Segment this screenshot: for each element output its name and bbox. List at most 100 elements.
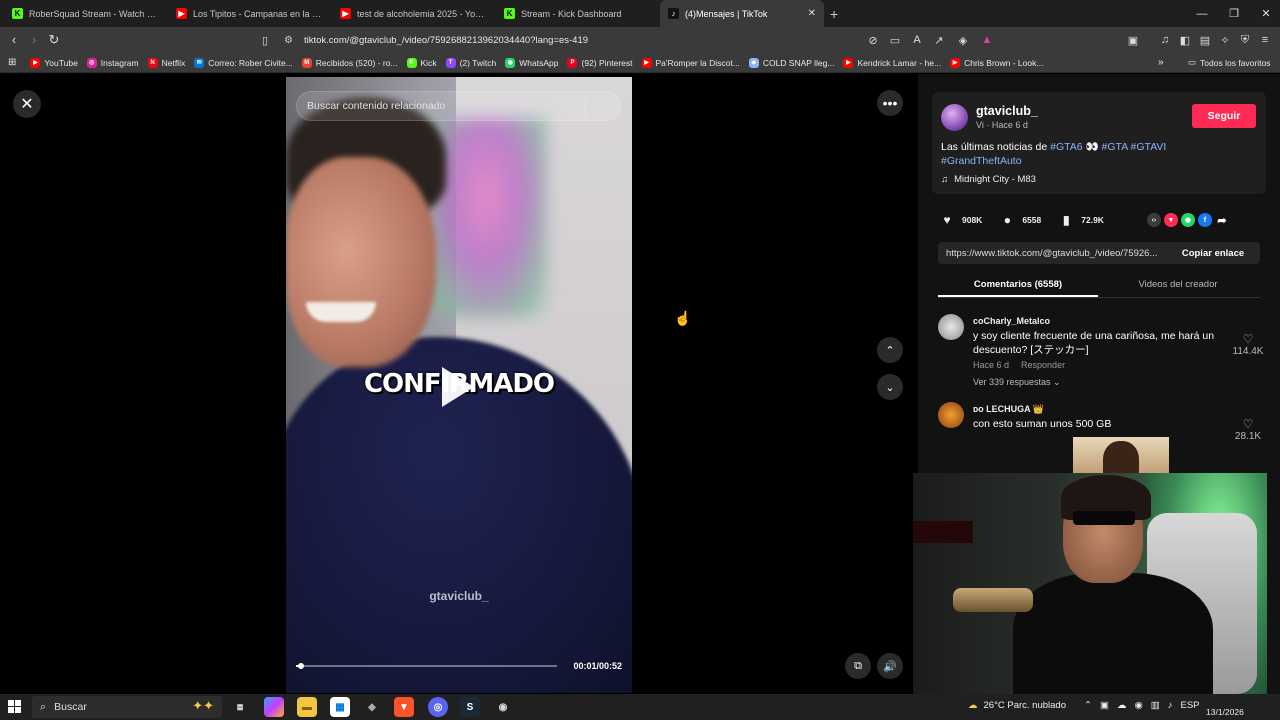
bookmark-item[interactable]: T (2) Twitch [445,57,496,68]
author-name[interactable]: gtaviclub_ [976,104,1038,118]
cloud-icon[interactable]: ☁ [1117,700,1127,711]
bookmark-item[interactable]: N Netflix [147,57,185,68]
gift-icon[interactable] [1130,213,1144,227]
bookmark-icon[interactable]: ▯ [258,33,272,47]
bookmark-item[interactable]: ◉ WhatsApp [505,57,558,68]
tray-chevron-icon[interactable]: ⌃ [1084,700,1092,711]
tab-comments[interactable]: Comentarios (6558) [938,274,1098,297]
tray-app-icon[interactable]: ◉ [1134,700,1142,711]
view-replies-button[interactable]: Ver 339 respuestas ⌄ [973,377,1061,388]
search-icon[interactable]: ⌕ [603,100,610,115]
new-tab-button[interactable]: + [830,6,838,22]
video-link[interactable]: https://www.tiktok.com/@gtaviclub_/video… [946,248,1157,259]
close-window-button[interactable]: ✕ [1250,0,1280,27]
all-bookmarks-button[interactable]: ▭ Todos los favoritos [1188,57,1270,68]
avatar[interactable] [938,402,964,428]
weather-widget[interactable]: ☁ 26°C Parc. nublado [968,700,1066,711]
next-video-button[interactable]: ⌄ [877,374,903,400]
windows-start-icon[interactable] [8,700,22,714]
taskbar-search[interactable]: ⌕ Buscar ✦✦ [32,696,222,718]
tab-4-active[interactable]: ♪ (4)Mensajes | TikTok ✕ [660,0,824,27]
hashtag-link[interactable]: #GTAVI [1131,141,1167,153]
file-explorer-icon[interactable]: ▬ [297,697,317,717]
comment-username[interactable]: ᴅᴏ LECHUGA 👑 [973,404,1044,415]
bookmark-item[interactable]: M Recibidos (520) - ro... [301,57,398,68]
apps-grid-icon[interactable]: ⊞ [8,57,16,68]
play-icon[interactable] [442,367,474,407]
more-options-button[interactable]: ••• [877,90,903,116]
shield-icon[interactable]: ◈ [956,33,970,47]
hashtag-link[interactable]: #GrandTheftAuto [941,155,1022,167]
copilot-icon[interactable] [264,697,284,717]
screen-icon[interactable]: ▭ [888,33,902,47]
close-tab-icon[interactable]: ✕ [808,8,816,19]
save-button[interactable]: ▮ 72.9K [1059,213,1104,227]
related-search-input[interactable]: Buscar contenido relacionado ⌕ [296,91,621,121]
music-link[interactable]: ♫ Midnight City - M83 [941,174,1036,185]
bookmark-item[interactable]: ▶ Chris Brown - Look... [950,57,1043,68]
music-icon[interactable]: ♫ [1158,33,1172,47]
discord-icon[interactable]: ◎ [428,697,448,717]
brave-browser-icon[interactable]: ▼ [394,697,414,717]
site-info-icon[interactable]: ⚙ [284,35,293,46]
hashtag-link[interactable]: #GTA [1102,141,1128,153]
forward-icon[interactable]: › [24,32,44,47]
bookmarks-more-icon[interactable]: » [1158,57,1164,68]
store-icon[interactable]: ▦ [330,697,350,717]
close-video-button[interactable]: ✕ [13,90,41,118]
bookmark-item[interactable]: ▶ Kendrick Lamar - he... [843,57,941,68]
avatar[interactable] [941,104,968,131]
hashtag-link[interactable]: #GTA6 [1050,141,1082,153]
share-arrow-icon[interactable]: ➦ [1215,213,1229,227]
whatsapp-icon[interactable]: ◉ [1180,213,1195,227]
share-icon[interactable]: ↗ [932,33,946,47]
reload-icon[interactable]: ↻ [44,32,64,48]
language-indicator[interactable]: ESP [1180,700,1199,711]
video-progress-bar[interactable] [296,663,557,669]
app-icon[interactable]: ◆ [362,697,382,717]
task-view-icon[interactable]: ⧈ [230,697,250,717]
clock[interactable]: 13/1/2026 [1206,696,1244,718]
sidebar-icon[interactable]: ▣ [1126,33,1140,47]
bookmark-item[interactable]: ◆ COLD SNAP lleg... [748,57,834,68]
avatar[interactable] [938,314,964,340]
comment-button[interactable]: ● 6558 [1000,213,1042,227]
video-player[interactable]: Buscar contenido relacionado ⌕ CONFIRMAD… [286,77,632,693]
obs-icon[interactable]: ◉ [493,697,513,717]
send-icon[interactable]: ▼ [1163,213,1178,227]
comment-username[interactable]: coCharly_Metalco [973,316,1050,326]
wallet-icon[interactable]: ▤ [1198,33,1212,47]
volume-icon[interactable]: ♪ [1168,700,1173,711]
reply-button[interactable]: Responder [1021,360,1065,370]
panel-icon[interactable]: ◧ [1178,33,1192,47]
bookmark-item[interactable]: ▶ YouTube [30,57,78,68]
reader-icon[interactable]: ⊘ [866,33,880,47]
vpn-icon[interactable]: ⛨ [1238,33,1252,47]
network-icon[interactable]: ▥ [1151,700,1160,711]
steam-icon[interactable]: S [460,697,480,717]
pip-button[interactable]: ⧉ [845,653,871,679]
translate-icon[interactable]: A [910,33,924,47]
leo-icon[interactable]: ✧ [1218,33,1232,47]
bookmark-item[interactable]: P (92) Pinterest [567,57,633,68]
bookmark-item[interactable]: ◎ Instagram [86,57,139,68]
bookmark-item[interactable]: ▶ Pa'Romper la Discot... [641,57,740,68]
tab-0[interactable]: K RoberSquad Stream - Watch Live [4,0,168,27]
menu-icon[interactable]: ≡ [1258,33,1272,47]
tray-app-icon[interactable]: ▣ [1100,700,1109,711]
like-button[interactable]: ♥ 908K [940,213,982,227]
tab-3[interactable]: K Stream - Kick Dashboard [496,0,660,27]
bookmark-item[interactable]: ✉ Correo: Rober Civite... [194,57,293,68]
restore-button[interactable]: ❐ [1218,0,1250,27]
rewards-icon[interactable]: ▲ [980,33,994,47]
previous-video-button[interactable]: ⌃ [877,337,903,363]
facebook-icon[interactable]: f [1197,213,1212,227]
bookmark-item[interactable]: K Kick [406,57,437,68]
follow-button[interactable]: Seguir [1192,104,1256,128]
comment-like-button[interactable]: ♡ 28.1K [1228,417,1268,442]
minimize-button[interactable]: — [1186,0,1218,27]
tab-creator-videos[interactable]: Videos del creador [1098,274,1258,297]
volume-button[interactable]: 🔊 [877,653,903,679]
embed-icon[interactable]: ‹› [1146,213,1161,227]
comment-image[interactable] [1073,437,1169,473]
